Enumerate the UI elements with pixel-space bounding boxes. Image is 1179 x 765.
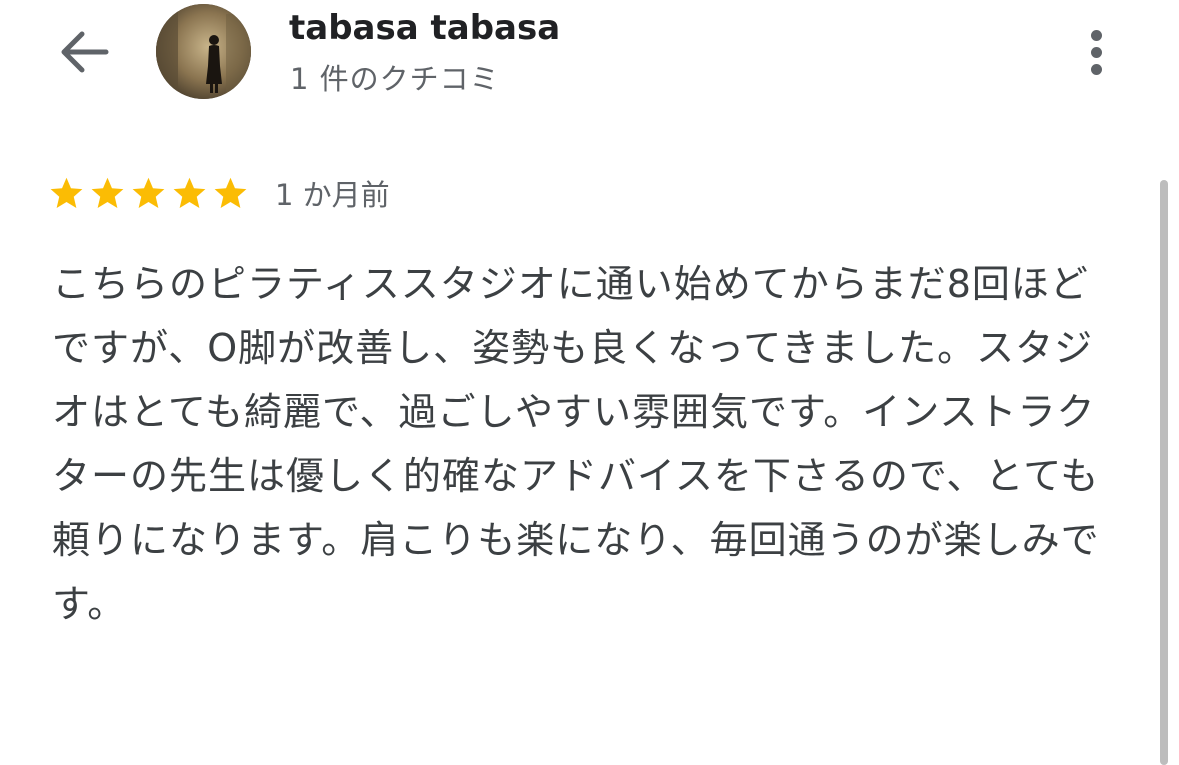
avatar[interactable] [156,4,251,99]
reviewer-name[interactable]: tabasa tabasa [289,8,560,48]
star-icon [132,177,165,208]
rating-row: 1 か月前 [48,170,390,216]
star-icon [50,177,83,208]
star-icon [173,177,206,208]
more-vertical-icon [1090,63,1102,75]
arrow-left-icon [61,31,109,73]
user-avatar-photo [156,4,251,99]
review-time: 1 か月前 [275,178,390,212]
scrollbar[interactable] [1160,180,1168,765]
review-text: こちらのピラティススタジオに通い始めてからまだ8回ほどですが、O脚が改善し、姿勢… [52,262,1100,626]
back-button[interactable] [52,24,116,80]
star-icon [91,177,124,208]
more-vertical-icon [1090,46,1102,58]
review-count: 1 件のクチコミ [290,62,500,96]
more-options-button[interactable] [1072,22,1120,82]
star-icon [214,177,247,208]
star-rating [48,175,249,212]
more-vertical-icon [1090,29,1102,41]
review-detail-screen: tabasa tabasa 1 件のクチコミ 1 か月前 こちらのピラティススタ… [0,0,1179,765]
